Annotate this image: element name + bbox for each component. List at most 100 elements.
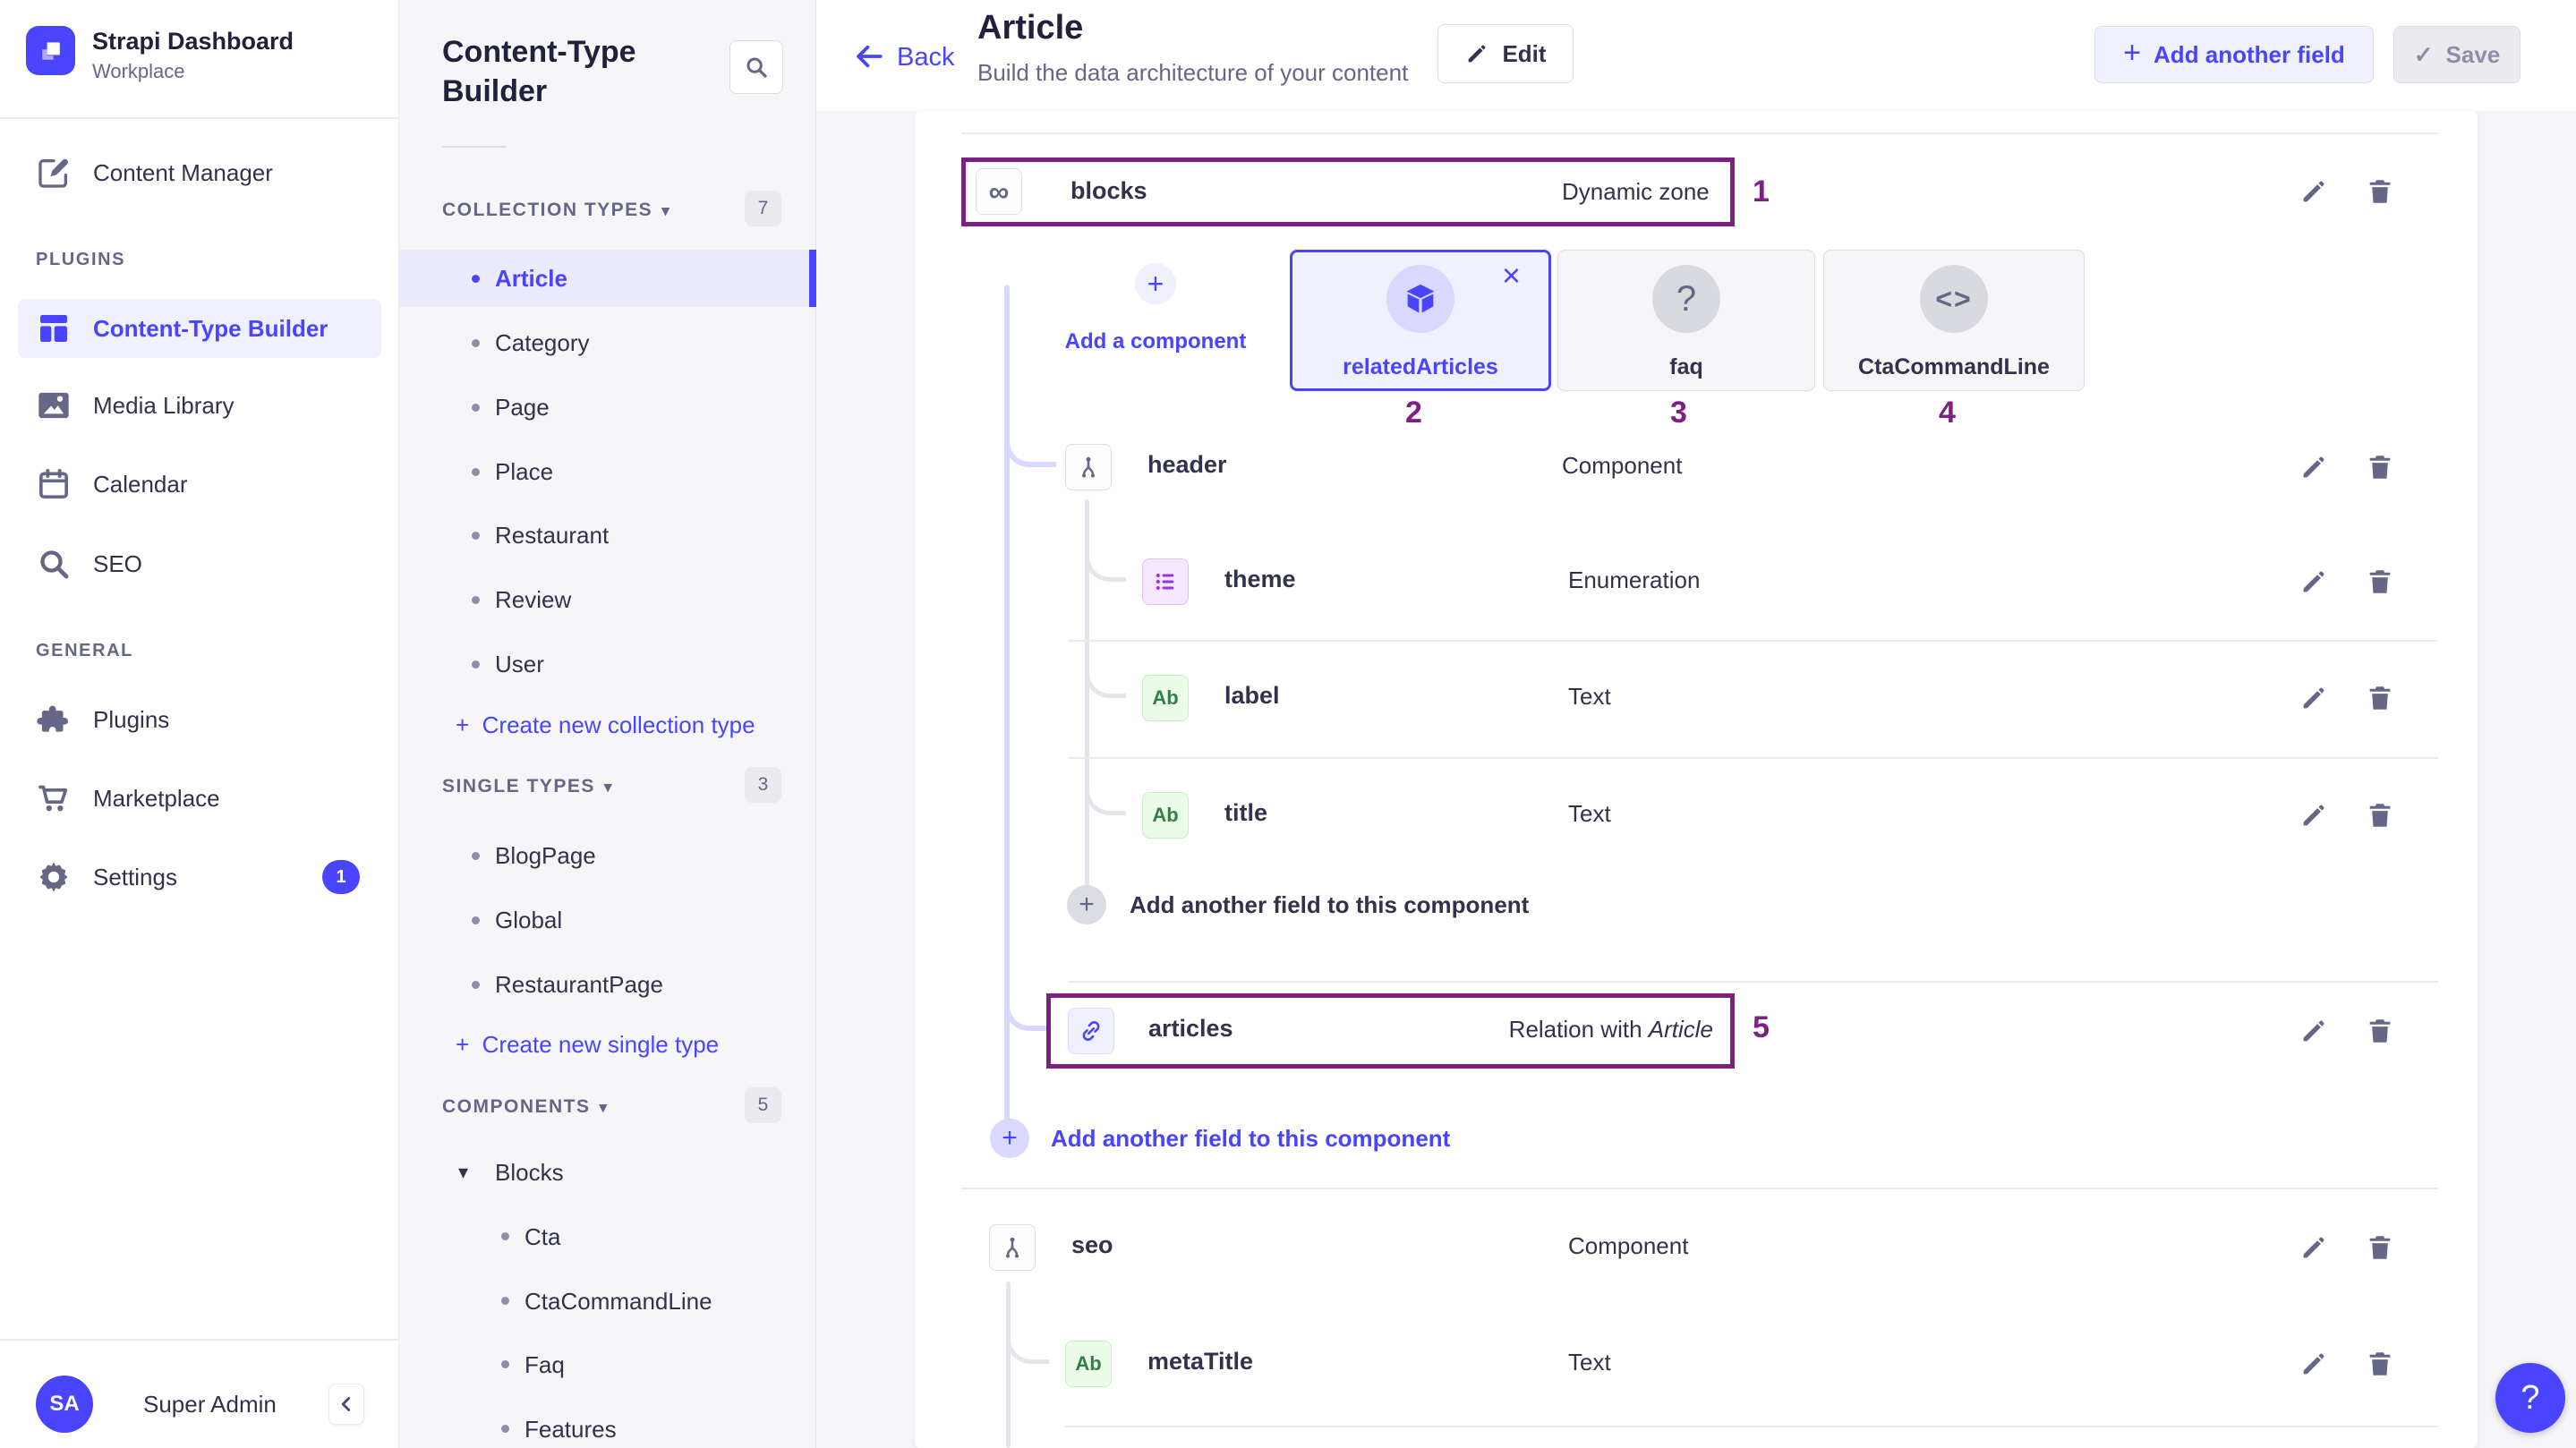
edit-field-button[interactable]: [2299, 1232, 2329, 1263]
sidebar-item-label: Marketplace: [93, 787, 220, 810]
save-button[interactable]: ✓ Save: [2393, 26, 2521, 83]
edit-field-button[interactable]: [2299, 1349, 2329, 1379]
subnav-item-category[interactable]: Category: [495, 331, 590, 354]
components-header[interactable]: COMPONENTS▾: [442, 1097, 609, 1116]
search-button[interactable]: [729, 40, 783, 94]
sidebar-item-content-type-builder[interactable]: Content-Type Builder: [18, 299, 381, 358]
edit-field-button[interactable]: [2299, 800, 2329, 830]
main-sidebar: Strapi Dashboard Workplace Content Manag…: [0, 0, 399, 1448]
edit-field-button[interactable]: [2299, 176, 2329, 207]
field-name: title: [1224, 801, 1267, 825]
ab-glyph: Ab: [1075, 1352, 1101, 1376]
subnav-item-blogpage[interactable]: BlogPage: [495, 844, 596, 867]
create-single-type-link[interactable]: + Create new single type: [456, 1033, 719, 1056]
plus-icon: +: [2123, 36, 2141, 71]
annotation-number: 5: [1753, 1012, 1770, 1043]
back-link[interactable]: [852, 39, 886, 78]
calendar-icon: [36, 466, 72, 502]
strapi-dashboard-screen: Strapi Dashboard Workplace Content Manag…: [0, 0, 2576, 1448]
field-type: Dynamic zone: [1562, 180, 1710, 203]
strapi-logo-icon: [32, 32, 70, 70]
bullet-icon: [472, 916, 480, 924]
components-label: COMPONENTS: [442, 1096, 591, 1117]
edit-field-button[interactable]: [2299, 683, 2329, 713]
subnav-item-restaurantpage[interactable]: RestaurantPage: [495, 973, 663, 996]
annotation-number: 2: [1405, 397, 1422, 428]
add-component-label[interactable]: Add a component: [1036, 331, 1275, 353]
subnav-item-article[interactable]: [399, 250, 816, 307]
subnav-item-global[interactable]: Global: [495, 908, 562, 932]
ab-glyph: Ab: [1152, 686, 1178, 710]
delete-field-button[interactable]: [2365, 566, 2395, 597]
add-another-field-button[interactable]: + Add another field: [2094, 26, 2374, 83]
help-button[interactable]: ?: [2495, 1363, 2565, 1433]
single-types-label: SINGLE TYPES: [442, 776, 595, 796]
subnav-item-page[interactable]: Page: [495, 396, 550, 419]
create-single-type-label: Create new single type: [482, 1031, 719, 1058]
subnav-item-faq[interactable]: Faq: [525, 1353, 565, 1376]
divider: [1068, 640, 2438, 642]
single-types-header[interactable]: SINGLE TYPES▾: [442, 777, 613, 796]
collapse-sidebar-button[interactable]: [328, 1384, 364, 1425]
component-branch-icon: [1065, 444, 1112, 490]
subnav-item-features[interactable]: Features: [525, 1418, 617, 1441]
tree-elbow: [1006, 1308, 1049, 1364]
bullet-icon: [472, 404, 480, 412]
subnav-item-review[interactable]: Review: [495, 588, 571, 611]
sidebar-item-label: Calendar: [93, 473, 188, 496]
delete-field-button[interactable]: [2365, 683, 2395, 713]
edit-button[interactable]: Edit: [1437, 24, 1574, 83]
user-name: Super Admin: [143, 1393, 277, 1416]
back-label[interactable]: Back: [897, 45, 954, 71]
content-type-builder-icon: [36, 311, 72, 346]
field-type: Text: [1568, 802, 1611, 825]
delete-field-button[interactable]: [2365, 800, 2395, 830]
sidebar-item-label: Content Manager: [93, 161, 273, 184]
component-code-icon: <>: [1920, 265, 1988, 333]
divider: [0, 117, 399, 119]
add-component-button[interactable]: +: [1135, 263, 1176, 304]
subnav-item-user[interactable]: User: [495, 652, 544, 676]
subnav-item-label: Article: [495, 267, 567, 290]
bullet-icon: [501, 1425, 509, 1433]
create-collection-type-link[interactable]: + Create new collection type: [456, 713, 755, 737]
check-icon: ✓: [2414, 41, 2434, 69]
bullet-icon: [472, 596, 480, 604]
add-field-to-component-button[interactable]: +: [990, 1119, 1029, 1158]
edit-field-button[interactable]: [2299, 1016, 2329, 1046]
chevron-down-icon: ▾: [458, 1163, 468, 1182]
delete-field-button[interactable]: [2365, 1016, 2395, 1046]
delete-field-button[interactable]: [2365, 1349, 2395, 1379]
delete-field-button[interactable]: [2365, 1232, 2395, 1263]
delete-field-button[interactable]: [2365, 176, 2395, 207]
link-icon: [1079, 1018, 1104, 1043]
plus-icon: +: [456, 1031, 469, 1058]
code-glyph: <>: [1935, 283, 1972, 316]
add-field-to-component-button[interactable]: +: [1067, 885, 1106, 924]
avatar[interactable]: SA: [36, 1376, 93, 1433]
subnav-item-ctacommandline[interactable]: CtaCommandLine: [525, 1290, 712, 1313]
component-card-label: faq: [1566, 356, 1806, 379]
tree-elbow: [1085, 528, 1126, 582]
bullet-icon: [472, 660, 480, 669]
subnav-item-cta[interactable]: Cta: [525, 1225, 560, 1248]
subnav-item-restaurant[interactable]: Restaurant: [495, 524, 609, 547]
field-type: Relation with Article: [1343, 1018, 1713, 1041]
delete-field-button[interactable]: [2365, 452, 2395, 482]
plus-icon: +: [1079, 890, 1095, 920]
edit-field-button[interactable]: [2299, 566, 2329, 597]
page-title: Article: [977, 11, 1083, 45]
edit-field-button[interactable]: [2299, 452, 2329, 482]
component-branch-icon: [989, 1224, 1036, 1271]
collection-types-header[interactable]: COLLECTION TYPES▾: [442, 200, 670, 219]
add-field-to-component-label[interactable]: Add another field to this component: [1051, 1127, 1450, 1150]
media-library-icon: [36, 388, 72, 423]
subnav-group-blocks[interactable]: Blocks: [495, 1161, 564, 1184]
close-icon[interactable]: ×: [1502, 260, 1521, 292]
subnav-item-place[interactable]: Place: [495, 460, 553, 483]
add-field-to-component-label[interactable]: Add another field to this component: [1130, 893, 1529, 916]
active-indicator: [809, 250, 816, 307]
strapi-logo[interactable]: [26, 26, 75, 75]
divider: [0, 1339, 399, 1341]
component-card-label: relatedArticles: [1299, 356, 1542, 379]
